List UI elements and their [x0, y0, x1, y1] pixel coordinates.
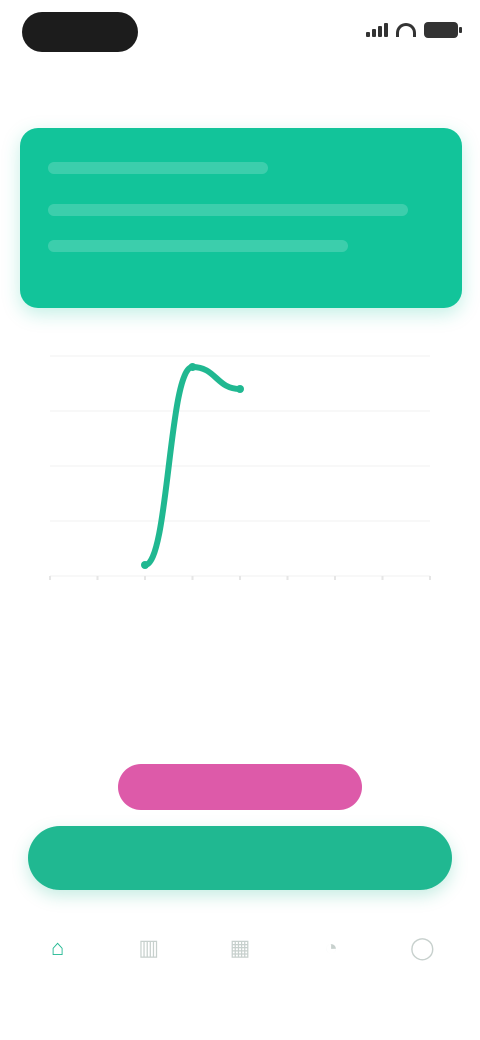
home-icon: ⌂	[50, 935, 65, 960]
tab-notifications[interactable]: ◔	[291, 920, 371, 1040]
status-icons	[366, 22, 462, 38]
summary-card-line	[48, 204, 408, 216]
chart-icon: ▥	[138, 935, 160, 960]
chart-section	[30, 318, 450, 618]
wifi-icon	[396, 23, 416, 37]
chart-point	[141, 561, 149, 569]
bell-icon: ◔	[324, 935, 338, 960]
summary-card[interactable]	[20, 128, 462, 308]
bottom-tab-bar: ⌂ ▥ ▦ ◔ ◯	[0, 920, 480, 1040]
tab-home[interactable]: ⌂	[18, 920, 98, 1040]
calendar-icon: ▦	[229, 935, 251, 960]
secondary-action-button[interactable]	[118, 764, 362, 810]
primary-action-button[interactable]	[28, 826, 452, 890]
chart	[49, 355, 431, 580]
tab-profile[interactable]: ◯	[382, 920, 462, 1040]
tab-stats[interactable]: ▥	[109, 920, 189, 1040]
signal-icon	[366, 23, 388, 37]
tab-calendar[interactable]: ▦	[200, 920, 280, 1040]
battery-icon	[424, 22, 462, 38]
summary-card-line	[48, 240, 348, 252]
user-icon: ◯	[410, 935, 435, 960]
status-time-pill	[22, 12, 138, 52]
summary-card-title-placeholder	[48, 162, 268, 174]
status-bar	[0, 0, 480, 64]
chart-point	[236, 385, 244, 393]
chart-point	[188, 363, 197, 371]
